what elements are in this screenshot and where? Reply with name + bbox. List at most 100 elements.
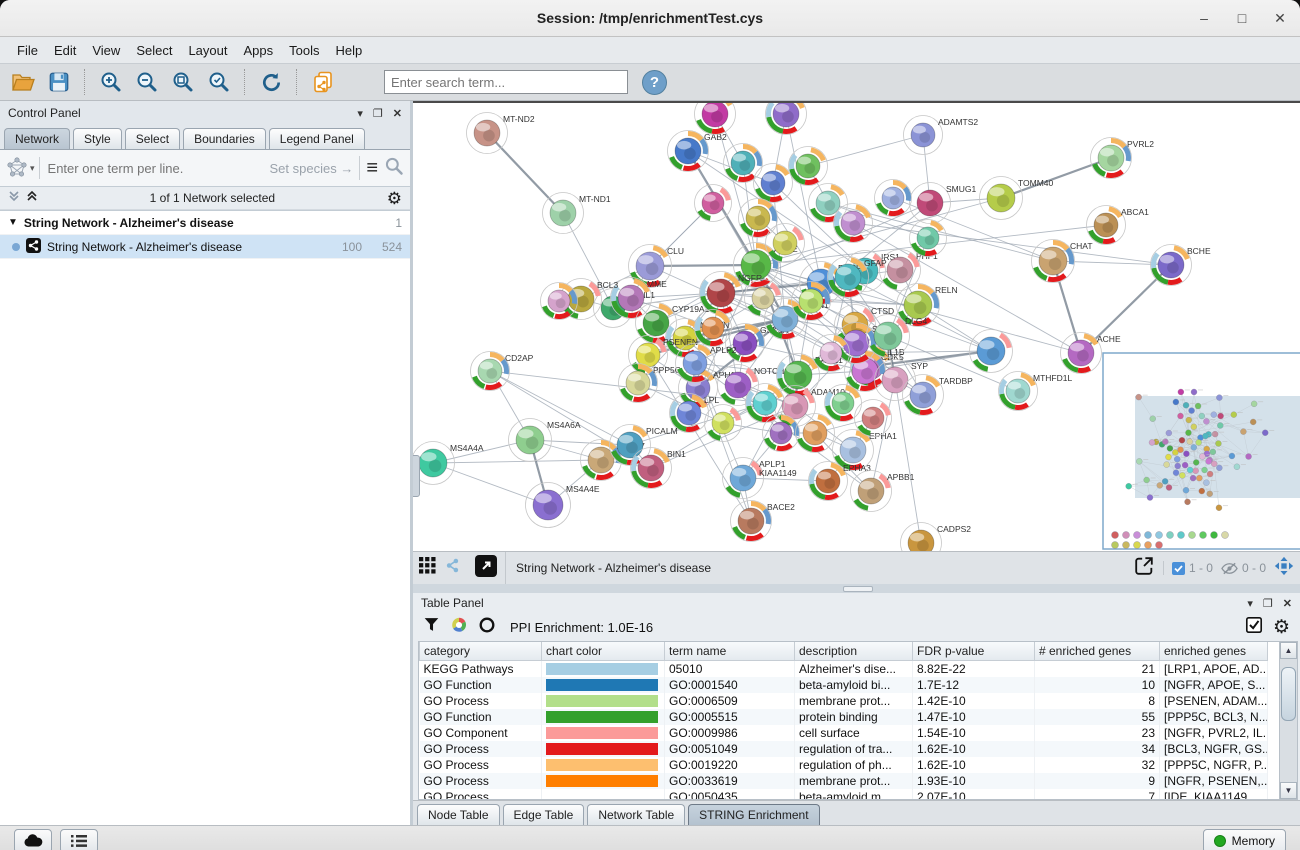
table-row[interactable]: GO ComponentGO:0009986cell surface1.54E-… — [420, 725, 1268, 741]
tab-boundaries[interactable]: Boundaries — [183, 128, 266, 149]
table-row[interactable]: GO ProcessGO:0050435beta-amyloid m...2.0… — [420, 789, 1268, 800]
memory-button[interactable]: Memory — [1203, 829, 1286, 850]
column-header[interactable]: chart color — [542, 642, 665, 661]
float-panel-icon[interactable]: ❐ — [373, 107, 383, 120]
float-panel-icon[interactable]: ❐ — [1263, 597, 1273, 610]
network-node[interactable] — [695, 185, 732, 222]
birdseye-view[interactable] — [1103, 353, 1300, 549]
string-search-icon[interactable] — [384, 156, 404, 181]
network-row[interactable]: String Network - Alzheimer's disease 100… — [0, 235, 410, 259]
tab-network[interactable]: Network — [4, 128, 70, 149]
minimize-button[interactable]: – — [1196, 10, 1212, 26]
network-graph[interactable]: MT-ND2MT-ND1VSNL1GAB2ADAMTS2PVRL2SMUG1TO… — [413, 103, 1300, 551]
filter-icon[interactable] — [423, 616, 440, 638]
grid-view-icon[interactable] — [419, 557, 436, 579]
network-node[interactable]: PPP5C — [619, 364, 681, 403]
panel-menu-icon[interactable]: ▾ — [1247, 597, 1253, 610]
string-logo-icon[interactable]: ▾ — [6, 157, 40, 179]
column-header[interactable]: category — [420, 642, 542, 661]
collapse-all-icon[interactable] — [8, 189, 20, 207]
table-row[interactable]: GO ProcessGO:0051049regulation of tra...… — [420, 741, 1268, 757]
zoom-selected-icon[interactable] — [204, 68, 234, 96]
column-header[interactable]: FDR p-value — [913, 642, 1035, 661]
enrichment-settings-icon[interactable]: ⚙ — [1273, 618, 1290, 637]
help-icon[interactable]: ? — [642, 70, 667, 95]
network-node[interactable]: CHAT — [1032, 240, 1093, 283]
menu-edit[interactable]: Edit — [47, 40, 83, 61]
zoom-fit-icon[interactable] — [168, 68, 198, 96]
expand-all-icon[interactable] — [26, 189, 38, 207]
network-node[interactable]: MTHFD1L — [999, 372, 1073, 411]
table-row[interactable]: GO FunctionGO:0005515protein binding1.47… — [420, 709, 1268, 725]
scroll-up-icon[interactable]: ▲ — [1280, 642, 1297, 659]
close-panel-icon[interactable]: ✕ — [393, 107, 402, 120]
network-node[interactable]: BCHE — [1151, 245, 1211, 286]
network-node[interactable]: CADPS2 — [901, 523, 972, 552]
table-row[interactable]: KEGG Pathways05010Alzheimer's dise...8.8… — [420, 661, 1268, 678]
horizontal-splitter[interactable] — [413, 584, 1300, 593]
menu-select[interactable]: Select — [129, 40, 179, 61]
menu-tools[interactable]: Tools — [282, 40, 326, 61]
tab-string-enrichment[interactable]: STRING Enrichment — [688, 804, 819, 825]
tab-edge-table[interactable]: Edge Table — [503, 804, 585, 825]
caret-down-icon[interactable]: ▼ — [8, 217, 18, 228]
menu-file[interactable]: File — [10, 40, 45, 61]
panel-menu-icon[interactable]: ▾ — [357, 107, 363, 120]
share-view-icon[interactable] — [444, 557, 461, 579]
export-network-icon[interactable] — [1133, 555, 1155, 582]
column-header[interactable]: term name — [665, 642, 795, 661]
scroll-down-icon[interactable]: ▼ — [1280, 782, 1297, 799]
detach-view-icon[interactable] — [475, 555, 497, 582]
scrollbar-thumb[interactable] — [1281, 667, 1296, 721]
eye-slash-icon[interactable] — [1221, 562, 1238, 575]
network-node[interactable]: APLP1KIAA1149 — [723, 458, 797, 499]
network-node[interactable]: MS4A4E — [526, 483, 600, 528]
collection-row[interactable]: ▼ String Network - Alzheimer's disease 1 — [0, 211, 410, 235]
birdseye-toggle-icon[interactable] — [1274, 556, 1294, 581]
network-node[interactable]: ADAMTS2 — [904, 116, 979, 155]
menu-view[interactable]: View — [85, 40, 127, 61]
network-node[interactable]: BACE2 — [731, 501, 796, 542]
refresh-icon[interactable] — [256, 68, 286, 96]
network-node[interactable] — [789, 147, 828, 186]
table-row[interactable]: GO FunctionGO:0001540beta-amyloid bi...1… — [420, 677, 1268, 693]
network-node[interactable] — [766, 103, 807, 135]
chart-icon[interactable] — [450, 616, 468, 639]
network-node[interactable]: GFAP — [828, 257, 888, 298]
network-node[interactable] — [875, 180, 912, 217]
copy-network-icon[interactable] — [308, 68, 338, 96]
network-node[interactable]: MT-ND1 — [543, 193, 611, 234]
network-node[interactable] — [695, 103, 736, 135]
network-node[interactable]: CD2AP — [471, 352, 534, 391]
network-node[interactable]: APBB1 — [851, 471, 915, 512]
network-node[interactable] — [739, 199, 778, 238]
string-options-icon[interactable]: ≡ — [366, 158, 378, 178]
network-node[interactable] — [746, 384, 785, 423]
network-node[interactable]: TOMM40 — [980, 177, 1054, 220]
checkbox-icon[interactable] — [1172, 562, 1185, 575]
vertical-scrollbar[interactable]: ▲ ▼ — [1279, 642, 1297, 799]
column-header[interactable]: # enriched genes — [1035, 642, 1160, 661]
network-node[interactable] — [809, 184, 848, 223]
network-node[interactable]: MS4A6A — [509, 419, 581, 462]
tab-select[interactable]: Select — [125, 128, 180, 149]
tab-node-table[interactable]: Node Table — [417, 804, 500, 825]
network-node[interactable] — [724, 144, 763, 183]
task-list-button[interactable] — [60, 829, 98, 850]
network-canvas[interactable]: MT-ND2MT-ND1VSNL1GAB2ADAMTS2PVRL2SMUG1TO… — [413, 101, 1300, 551]
tab-style[interactable]: Style — [73, 128, 122, 149]
gear-icon[interactable]: ⚙ — [387, 190, 402, 207]
splitter-handle[interactable] — [413, 455, 420, 497]
network-node[interactable]: PVRL2 — [1091, 138, 1155, 179]
table-row[interactable]: GO ProcessGO:0019220regulation of ph...1… — [420, 757, 1268, 773]
maximize-button[interactable]: □ — [1234, 10, 1250, 26]
tab-legend-panel[interactable]: Legend Panel — [269, 128, 365, 149]
select-all-icon[interactable] — [1245, 616, 1263, 639]
table-row[interactable]: GO ProcessGO:0033619membrane prot...1.93… — [420, 773, 1268, 789]
zoom-out-icon[interactable] — [132, 68, 162, 96]
column-header[interactable]: enriched genes — [1160, 642, 1268, 661]
zoom-in-icon[interactable] — [96, 68, 126, 96]
save-session-icon[interactable] — [44, 68, 74, 96]
ring-chart-icon[interactable] — [478, 616, 496, 639]
open-session-icon[interactable] — [8, 68, 38, 96]
